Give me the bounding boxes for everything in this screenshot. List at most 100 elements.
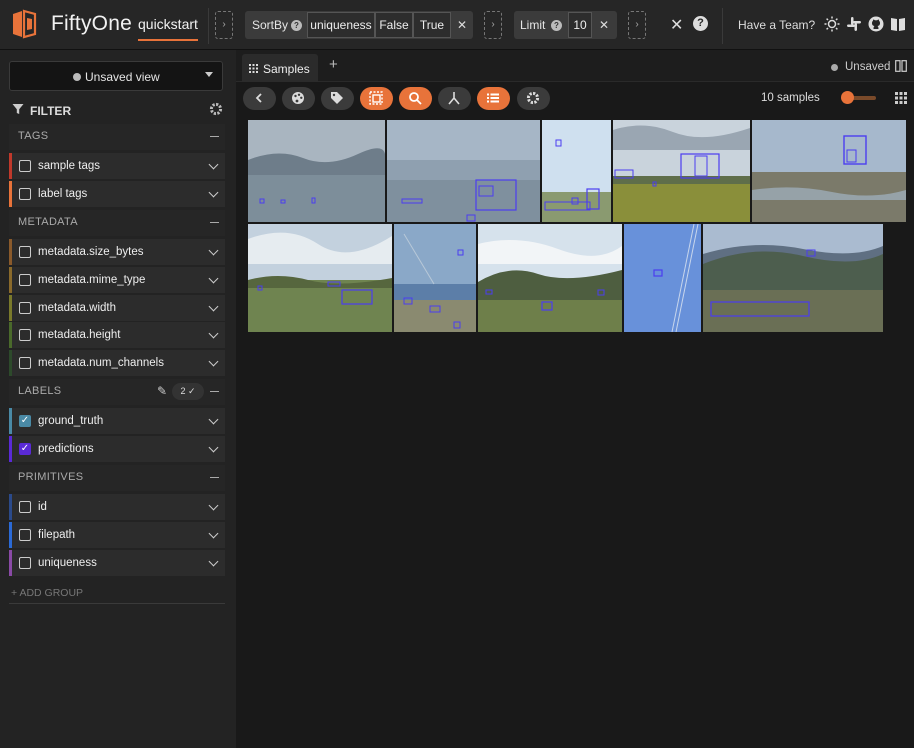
sort-by-similarity-button[interactable]	[438, 87, 471, 110]
sidebar-item-ground-truth[interactable]: ✓ ground_truth	[9, 408, 225, 434]
sidebar-item-sample-tags[interactable]: sample tags	[9, 153, 225, 179]
collapse-icon[interactable]	[210, 391, 219, 392]
chevron-down-icon[interactable]	[208, 187, 219, 198]
sidebar-item-size-bytes[interactable]: metadata.size_bytes	[9, 239, 225, 265]
sidebar-item-id[interactable]: id	[9, 494, 225, 520]
have-team-link[interactable]: Have a Team?	[738, 18, 815, 32]
similarity-search-button[interactable]	[399, 87, 432, 110]
sample-thumbnail[interactable]	[703, 224, 883, 332]
field-color-bar	[9, 295, 12, 321]
field-label: metadata.mime_type	[38, 274, 146, 286]
list-view-button[interactable]	[477, 87, 510, 110]
sample-thumbnail[interactable]	[624, 224, 701, 332]
sample-thumbnail[interactable]	[613, 120, 750, 222]
sample-thumbnail[interactable]	[542, 120, 611, 222]
chevron-down-icon[interactable]	[208, 442, 219, 453]
stage-arg-true[interactable]: True	[413, 12, 451, 38]
sidebar-item-uniqueness[interactable]: uniqueness	[9, 550, 225, 576]
sample-thumbnail[interactable]	[478, 224, 622, 332]
field-checkbox[interactable]	[19, 529, 31, 541]
chevron-down-icon[interactable]	[208, 528, 219, 539]
sun-icon[interactable]	[824, 16, 840, 32]
sortby-stage[interactable]: SortBy ? uniqueness False True ✕	[245, 11, 473, 39]
field-checkbox[interactable]	[19, 302, 31, 314]
chevron-down-icon[interactable]	[208, 356, 219, 367]
zoom-slider-handle[interactable]	[841, 91, 854, 104]
sample-thumbnail[interactable]	[387, 120, 540, 222]
add-tab-button[interactable]: +	[329, 56, 338, 73]
gear-icon[interactable]	[209, 102, 223, 116]
tag-button[interactable]	[321, 87, 354, 110]
sidebar-item-mime-type[interactable]: metadata.mime_type	[9, 267, 225, 293]
patches-button[interactable]	[360, 87, 393, 110]
chevron-down-icon[interactable]	[208, 328, 219, 339]
chevron-down-icon[interactable]	[208, 245, 219, 256]
add-group-link[interactable]: + ADD GROUP	[11, 587, 83, 599]
add-stage-arrow[interactable]: ›	[215, 11, 233, 39]
help-icon[interactable]: ?	[693, 16, 708, 31]
field-checkbox[interactable]	[19, 188, 31, 200]
help-icon[interactable]: ?	[291, 20, 302, 31]
stage-arg-field[interactable]: uniqueness	[307, 12, 375, 38]
field-checkbox[interactable]: ✓	[19, 443, 31, 455]
chevron-down-icon[interactable]	[208, 159, 219, 170]
chevron-down-icon[interactable]	[208, 273, 219, 284]
back-icon	[255, 93, 262, 103]
color-scheme-button[interactable]	[282, 87, 315, 110]
pencil-icon[interactable]: ✎	[157, 384, 167, 398]
collapse-icon[interactable]	[210, 222, 219, 223]
saved-view-select[interactable]: Unsaved view	[9, 61, 223, 91]
stage-arg-limit[interactable]: 10	[568, 12, 592, 38]
brand-name[interactable]: FiftyOne	[51, 12, 132, 36]
chevron-down-icon[interactable]	[208, 556, 219, 567]
help-icon[interactable]: ?	[551, 20, 562, 31]
remove-stage-icon[interactable]: ✕	[595, 11, 613, 39]
slack-icon[interactable]	[846, 16, 862, 32]
field-checkbox[interactable]	[19, 274, 31, 286]
sample-thumbnail[interactable]	[752, 120, 906, 222]
group-labels[interactable]: LABELS ✎ 2 ✓	[9, 379, 225, 405]
group-metadata[interactable]: METADATA	[9, 210, 225, 236]
sidebar-item-filepath[interactable]: filepath	[9, 522, 225, 548]
stage-arg-false[interactable]: False	[375, 12, 413, 38]
sample-thumbnail[interactable]	[248, 224, 392, 332]
chevron-down-icon[interactable]	[208, 414, 219, 425]
tab-label: Samples	[263, 62, 310, 76]
field-checkbox[interactable]	[19, 246, 31, 258]
sidebar-item-predictions[interactable]: ✓ predictions	[9, 436, 225, 462]
chevron-down-icon[interactable]	[208, 301, 219, 312]
group-tags[interactable]: TAGS	[9, 124, 225, 150]
sidebar-item-height[interactable]: metadata.height	[9, 322, 225, 348]
group-primitives[interactable]: PRIMITIVES	[9, 465, 225, 491]
field-checkbox[interactable]	[19, 557, 31, 569]
field-checkbox[interactable]	[19, 160, 31, 172]
labels-count-badge[interactable]: 2 ✓	[172, 383, 204, 400]
group-label: PRIMITIVES	[18, 471, 84, 483]
back-button[interactable]	[243, 87, 276, 110]
field-checkbox[interactable]	[19, 501, 31, 513]
dataset-selector[interactable]: quickstart	[138, 16, 198, 41]
add-stage-arrow[interactable]: ›	[484, 11, 502, 39]
collapse-icon[interactable]	[210, 477, 219, 478]
fiftyone-logo-icon[interactable]	[8, 8, 40, 40]
book-icon[interactable]	[890, 16, 906, 32]
github-icon[interactable]	[868, 16, 884, 32]
tab-samples[interactable]: Samples	[242, 54, 318, 82]
sample-thumbnail[interactable]	[248, 120, 385, 222]
sidebar-item-num-channels[interactable]: metadata.num_channels	[9, 350, 225, 376]
chevron-down-icon[interactable]	[208, 500, 219, 511]
grid-layout-icon[interactable]	[895, 92, 907, 104]
limit-stage[interactable]: Limit ? 10 ✕	[514, 11, 617, 39]
collapse-icon[interactable]	[210, 136, 219, 137]
sample-thumbnail[interactable]	[394, 224, 476, 332]
clear-view-icon[interactable]: ✕	[670, 15, 683, 35]
sidebar-item-label-tags[interactable]: label tags	[9, 181, 225, 207]
settings-button[interactable]	[517, 87, 550, 110]
field-checkbox[interactable]	[19, 357, 31, 369]
sidebar-item-width[interactable]: metadata.width	[9, 295, 225, 321]
split-panel-icon[interactable]	[895, 60, 907, 72]
remove-stage-icon[interactable]: ✕	[453, 11, 471, 39]
field-checkbox[interactable]	[19, 329, 31, 341]
field-checkbox[interactable]: ✓	[19, 415, 31, 427]
add-stage-arrow[interactable]: ›	[628, 11, 646, 39]
